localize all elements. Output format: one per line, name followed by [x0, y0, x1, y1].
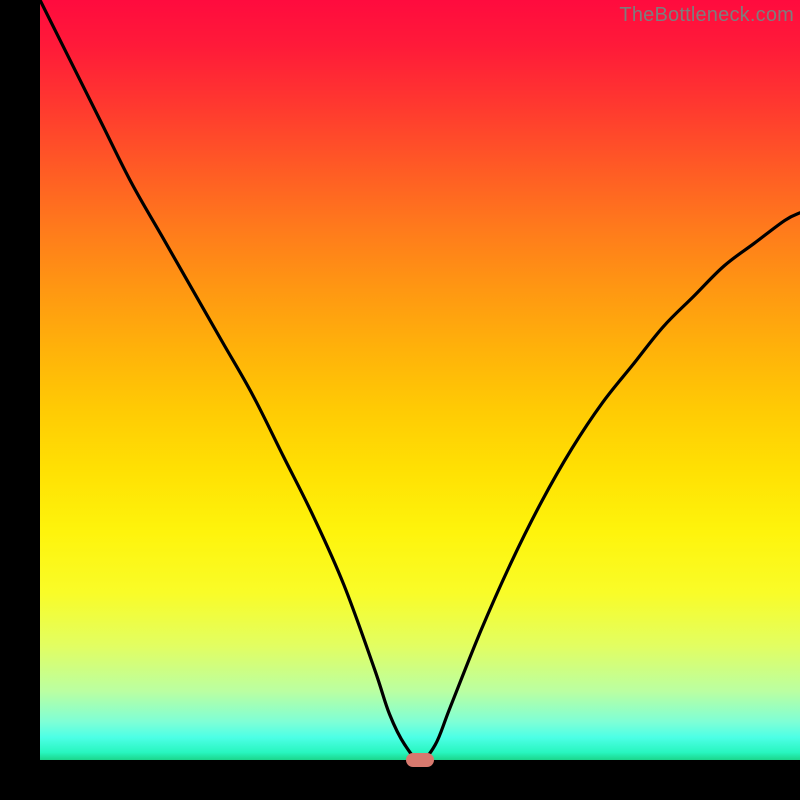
- chart-frame: TheBottleneck.com: [0, 0, 800, 800]
- bottleneck-curve: [40, 0, 800, 760]
- plot-area: TheBottleneck.com: [40, 0, 800, 760]
- optimum-marker: [406, 753, 434, 767]
